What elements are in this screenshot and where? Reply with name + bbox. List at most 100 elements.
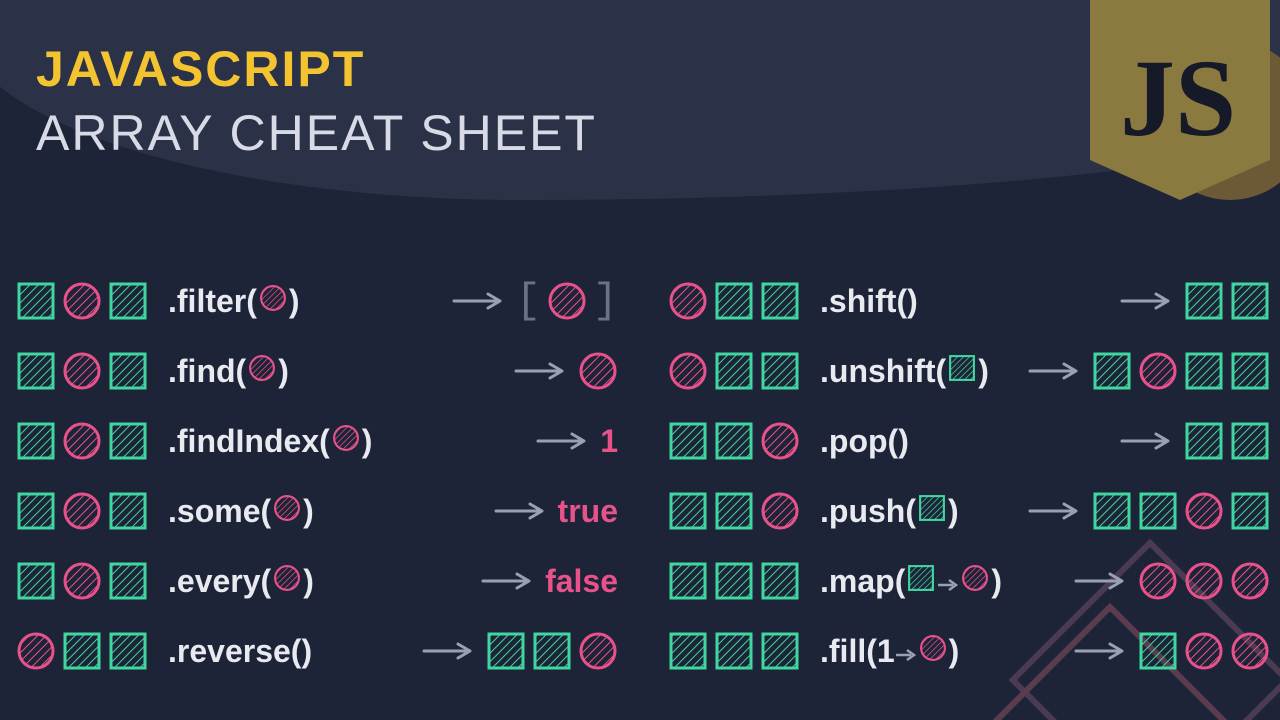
output: 1 — [600, 423, 618, 460]
square-icon — [668, 421, 708, 461]
square-icon — [760, 631, 800, 671]
circle-icon — [1230, 561, 1270, 601]
square-icon — [108, 421, 148, 461]
square-icon — [918, 494, 946, 522]
output-text: false — [545, 563, 618, 600]
circle-icon — [668, 351, 708, 391]
small-arrow-icon — [895, 633, 917, 670]
arrow-icon — [1024, 501, 1084, 521]
square-icon — [1184, 421, 1224, 461]
square-icon — [1092, 491, 1132, 531]
method-row: .some( ) true — [16, 490, 618, 532]
square-icon — [16, 561, 56, 601]
square-icon — [760, 561, 800, 601]
circle-icon — [332, 424, 360, 452]
arrow-icon — [1116, 291, 1176, 311]
method-name: .filter( ) — [168, 283, 300, 320]
output — [486, 631, 618, 671]
square-icon — [1184, 281, 1224, 321]
square-icon — [714, 631, 754, 671]
input-array — [668, 281, 820, 321]
output-text: 1 — [600, 423, 618, 460]
method-row: .pop() — [668, 420, 1270, 462]
method-name: .map( ) — [820, 563, 1002, 600]
circle-icon — [62, 281, 102, 321]
arrow-icon — [1116, 431, 1176, 451]
input-array — [16, 561, 168, 601]
bracket-close: ] — [593, 280, 618, 322]
arrow-icon — [532, 431, 592, 451]
circle-icon — [248, 354, 276, 382]
output: false — [545, 563, 618, 600]
circle-icon — [919, 634, 947, 662]
square-icon — [714, 351, 754, 391]
square-icon — [668, 631, 708, 671]
input-array — [16, 631, 168, 671]
method-row: .unshift( ) — [668, 350, 1270, 392]
square-icon — [760, 281, 800, 321]
arrow-icon — [1024, 361, 1084, 381]
arrow-icon — [448, 291, 508, 311]
method-row: .reverse() — [16, 630, 618, 672]
circle-icon — [1184, 561, 1224, 601]
arrow-icon — [1070, 641, 1130, 661]
square-icon — [532, 631, 572, 671]
circle-icon — [62, 351, 102, 391]
square-icon — [16, 351, 56, 391]
circle-icon — [578, 631, 618, 671]
method-row: .find( ) — [16, 350, 618, 392]
arrow-icon — [477, 571, 537, 591]
circle-icon — [62, 491, 102, 531]
arrow-icon — [490, 501, 550, 521]
square-icon — [486, 631, 526, 671]
output-text: true — [558, 493, 618, 530]
circle-icon — [1184, 631, 1224, 671]
output: true — [558, 493, 618, 530]
js-badge: JS — [1090, 0, 1270, 200]
output: [ ] — [516, 280, 618, 322]
output — [1184, 421, 1270, 461]
method-row: .findIndex( ) 1 — [16, 420, 618, 462]
arrow-icon — [418, 641, 478, 661]
small-arrow-icon — [937, 563, 959, 600]
method-name: .shift() — [820, 283, 918, 320]
output — [1184, 281, 1270, 321]
square-icon — [714, 281, 754, 321]
circle-icon — [16, 631, 56, 671]
square-icon — [108, 351, 148, 391]
input-array — [16, 351, 168, 391]
output — [1138, 561, 1270, 601]
square-icon — [108, 561, 148, 601]
method-row: .shift() — [668, 280, 1270, 322]
method-name: .reverse() — [168, 633, 312, 670]
output — [1092, 491, 1270, 531]
circle-icon — [62, 561, 102, 601]
square-icon — [108, 281, 148, 321]
square-icon — [108, 631, 148, 671]
square-icon — [16, 491, 56, 531]
circle-icon — [1184, 491, 1224, 531]
square-icon — [1138, 491, 1178, 531]
method-name: .pop() — [820, 423, 909, 460]
square-icon — [668, 491, 708, 531]
input-array — [16, 281, 168, 321]
circle-icon — [760, 421, 800, 461]
method-row: .push( ) — [668, 490, 1270, 532]
method-name: .every( ) — [168, 563, 314, 600]
js-logo-text: JS — [1120, 40, 1236, 150]
circle-icon — [273, 494, 301, 522]
circle-icon — [259, 284, 287, 312]
square-icon — [16, 281, 56, 321]
arrow-icon — [510, 361, 570, 381]
method-row: .map( ) — [668, 560, 1270, 602]
output — [578, 351, 618, 391]
square-icon — [1184, 351, 1224, 391]
square-icon — [1092, 351, 1132, 391]
input-array — [668, 561, 820, 601]
square-icon — [1230, 281, 1270, 321]
left-column: .filter( ) [ ] .find( ) — [16, 280, 618, 672]
square-icon — [714, 561, 754, 601]
arrow-icon — [1070, 571, 1130, 591]
input-array — [16, 491, 168, 531]
circle-icon — [578, 351, 618, 391]
